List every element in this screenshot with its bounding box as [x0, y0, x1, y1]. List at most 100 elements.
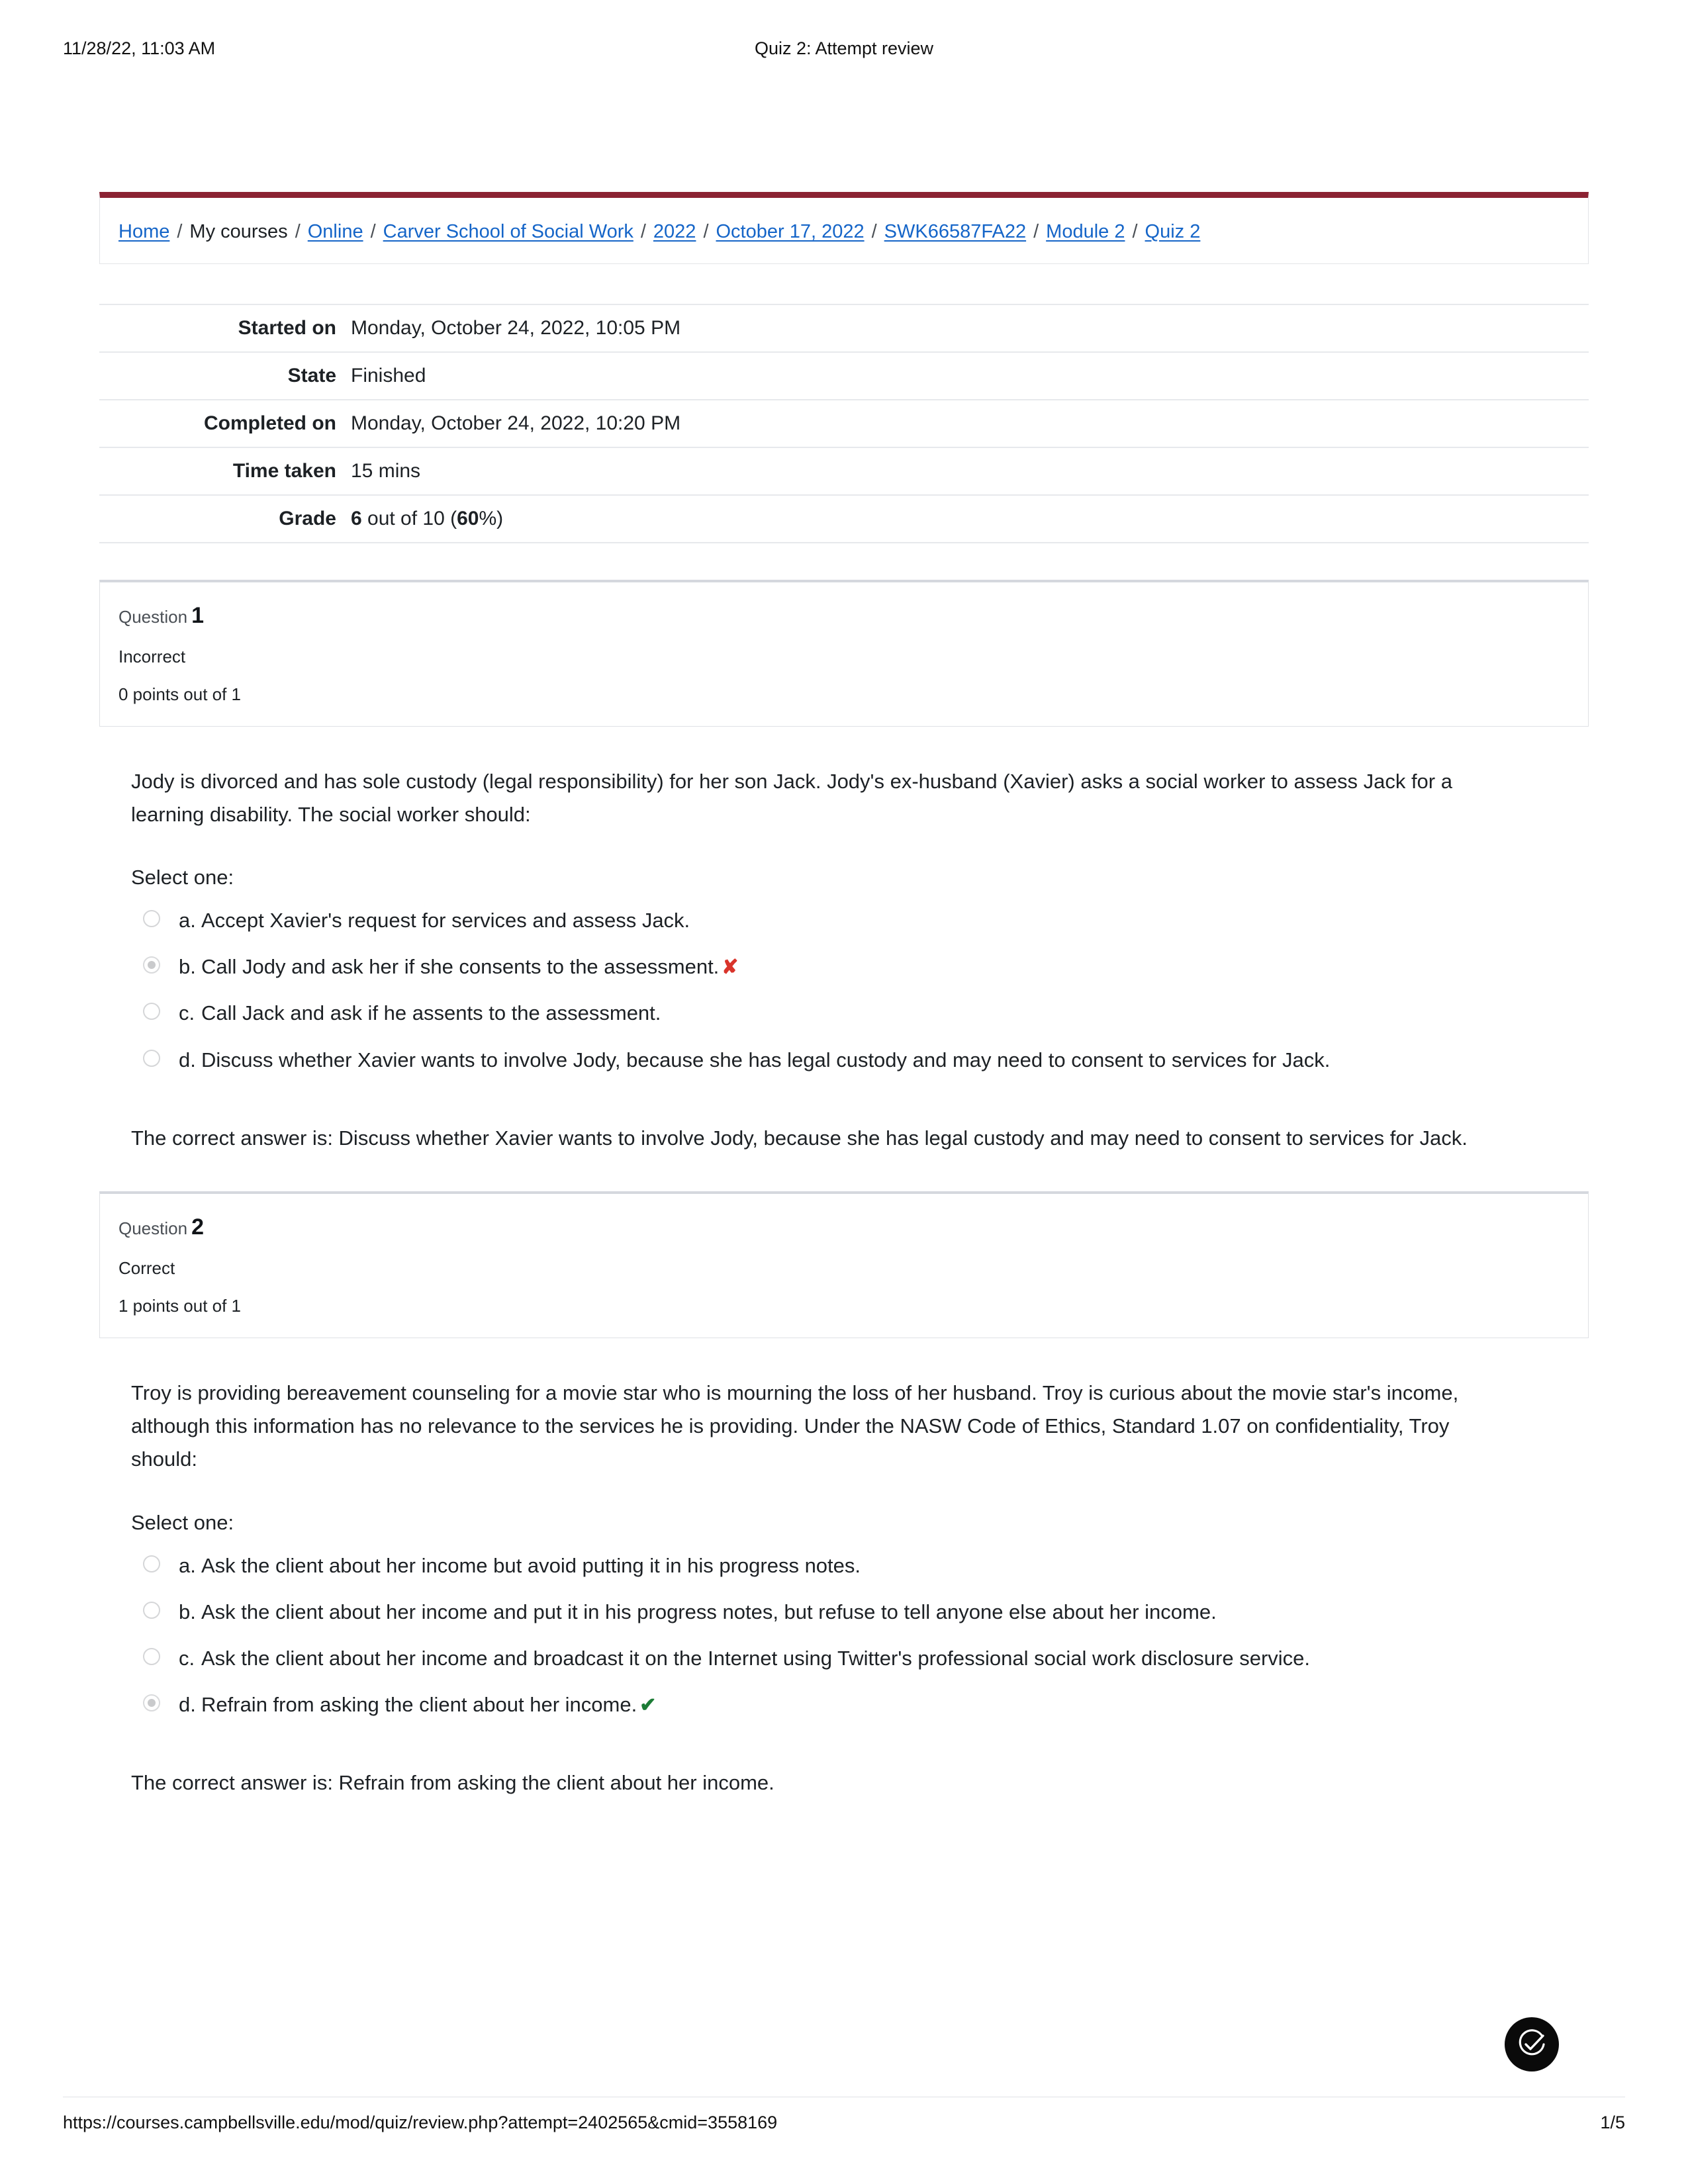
- question-number: Question 1: [118, 602, 1570, 629]
- answer-text: Accept Xavier's request for services and…: [201, 904, 1512, 937]
- answer-key: c.: [179, 1647, 195, 1670]
- answer-text: Call Jody and ask her if she consents to…: [201, 950, 1512, 983]
- question-points: 0 points out of 1: [118, 684, 242, 704]
- accessibility-check-badge[interactable]: [1505, 2017, 1559, 2071]
- check-circle-icon: [1519, 2029, 1545, 2056]
- breadcrumb-item-module-2[interactable]: Module 2: [1046, 221, 1125, 242]
- incorrect-cross-icon: ✘: [722, 956, 739, 979]
- answer-radio[interactable]: [143, 956, 160, 974]
- question-number-value: 2: [191, 1214, 204, 1240]
- answer-text: Ask the client about her income but avoi…: [201, 1549, 1512, 1582]
- footer-url: https://courses.campbellsville.edu/mod/q…: [63, 2113, 778, 2132]
- breadcrumb-item-my-courses: My courses: [189, 221, 288, 242]
- select-one-prompt: Select one:: [131, 866, 234, 889]
- answer-option[interactable]: c. Ask the client about her income and br…: [143, 1642, 1557, 1675]
- answer-option[interactable]: a. Accept Xavier's request for services a…: [143, 904, 1557, 937]
- answer-text: Discuss whether Xavier wants to involve …: [201, 1044, 1512, 1077]
- answer-options: a. Accept Xavier's request for services a…: [143, 904, 1557, 1077]
- answer-text-value: Ask the client about her income but avoi…: [201, 1553, 861, 1577]
- question-body: Troy is providing bereavement counseling…: [99, 1377, 1589, 1800]
- breadcrumb-separator: /: [1033, 221, 1039, 242]
- answer-radio[interactable]: [143, 910, 160, 928]
- info-row-label: Completed on: [204, 412, 336, 434]
- info-row: Time taken 15 mins: [99, 447, 1589, 495]
- breadcrumb-item-home[interactable]: Home: [118, 221, 169, 242]
- answer-key: a.: [179, 1553, 196, 1577]
- answer-text: Ask the client about her income and put …: [201, 1596, 1512, 1629]
- question-status: Incorrect: [118, 646, 186, 666]
- grade-score: 6: [351, 507, 362, 529]
- answer-text-value: Ask the client about her income and broa…: [201, 1647, 1311, 1670]
- breadcrumb-separator: /: [871, 221, 877, 242]
- answer-radio[interactable]: [143, 1601, 160, 1619]
- answer-option[interactable]: b. Call Jody and ask her if she consents …: [143, 950, 1557, 983]
- info-row-label: Started on: [238, 316, 336, 339]
- select-one-prompt: Select one:: [131, 1510, 234, 1534]
- breadcrumb-item-carver-school-of-social-work[interactable]: Carver School of Social Work: [383, 221, 633, 242]
- answer-key: b.: [179, 955, 196, 979]
- info-row-value: Monday, October 24, 2022, 10:05 PM: [351, 316, 681, 339]
- breadcrumb-item-swk66587fa22[interactable]: SWK66587FA22: [884, 221, 1026, 242]
- info-row-grade: Grade 6 out of 10 (60%): [99, 494, 1589, 543]
- breadcrumb-separator: /: [370, 221, 376, 242]
- questions-list: Question 1 Incorrect 0 points out of 1 Jody …: [99, 579, 1589, 1800]
- answer-text-value: Call Jody and ask her if she consents to…: [201, 955, 720, 979]
- breadcrumb-item-online[interactable]: Online: [308, 221, 363, 242]
- breadcrumb-bar: Home / My courses / Online / Carver School of …: [99, 192, 1589, 264]
- answer-key: c.: [179, 1001, 195, 1025]
- print-header: 11/28/22, 11:03 AM Quiz 2: Attempt revie…: [0, 38, 1688, 65]
- answer-key: d.: [179, 1693, 196, 1717]
- question-text: Troy is providing bereavement counseling…: [131, 1381, 1459, 1471]
- grade-percent: 60: [457, 507, 479, 529]
- answer-text: Refrain from asking the client about her…: [201, 1688, 1512, 1721]
- answer-text: Call Jack and ask if he assents to the a…: [201, 997, 1512, 1030]
- answer-text-value: Discuss whether Xavier wants to involve …: [201, 1048, 1331, 1071]
- question-header-card: Question 1 Incorrect 0 points out of 1: [99, 579, 1589, 727]
- answer-key: a.: [179, 909, 196, 933]
- question-number-value: 1: [191, 602, 204, 628]
- footer-page-number: 1/5: [1600, 2113, 1625, 2132]
- answer-radio[interactable]: [143, 1555, 160, 1572]
- info-row-value: 15 mins: [351, 459, 421, 482]
- info-row-value: Monday, October 24, 2022, 10:20 PM: [351, 412, 681, 434]
- question-header-card: Question 2 Correct 1 points out of 1: [99, 1191, 1589, 1338]
- question-text: Jody is divorced and has sole custody (l…: [131, 769, 1452, 826]
- answer-option[interactable]: b. Ask the client about her income and pu…: [143, 1596, 1557, 1629]
- answer-text-value: Ask the client about her income and put …: [201, 1600, 1217, 1623]
- attempt-info-table: Started on Monday, October 24, 2022, 10:0…: [99, 304, 1589, 543]
- breadcrumb-separator: /: [1132, 221, 1138, 242]
- question-status: Correct: [118, 1257, 175, 1278]
- answer-radio[interactable]: [143, 1003, 160, 1021]
- grade-suffix: %): [479, 507, 504, 529]
- answer-text: Ask the client about her income and broa…: [201, 1642, 1512, 1675]
- question-number-label: Question: [118, 1218, 188, 1239]
- answer-option[interactable]: d. Discuss whether Xavier wants to involv…: [143, 1044, 1557, 1077]
- breadcrumb-item-2022[interactable]: 2022: [653, 221, 696, 242]
- answer-option[interactable]: a. Ask the client about her income but av…: [143, 1549, 1557, 1582]
- answer-radio[interactable]: [143, 1694, 160, 1712]
- page-content: Home / My courses / Online / Carver School of …: [99, 192, 1589, 1800]
- answer-text-value: Refrain from asking the client about her…: [201, 1693, 637, 1717]
- answer-text-value: Call Jack and ask if he assents to the a…: [201, 1001, 661, 1025]
- answer-radio[interactable]: [143, 1648, 160, 1666]
- breadcrumb-separator: /: [640, 221, 646, 242]
- correct-answer-feedback: The correct answer is: Discuss whether X…: [131, 1126, 1468, 1150]
- answer-option[interactable]: c. Call Jack and ask if he assents to the…: [143, 997, 1557, 1030]
- answer-key: b.: [179, 1600, 196, 1623]
- grade-middle: out of 10 (: [361, 507, 457, 529]
- answer-option[interactable]: d. Refrain from asking the client about h…: [143, 1688, 1557, 1721]
- question-number: Question 2: [118, 1214, 1570, 1241]
- info-row: Completed on Monday, October 24, 2022, 10…: [99, 399, 1589, 447]
- question-body: Jody is divorced and has sole custody (l…: [99, 765, 1589, 1156]
- breadcrumb-item-october-17-2022[interactable]: October 17, 2022: [716, 221, 865, 242]
- breadcrumb-separator: /: [295, 221, 301, 242]
- info-row: Started on Monday, October 24, 2022, 10:0…: [99, 304, 1589, 352]
- breadcrumb-item-quiz-2[interactable]: Quiz 2: [1145, 221, 1201, 242]
- print-title: Quiz 2: Attempt review: [754, 38, 934, 58]
- grade-label: Grade: [279, 507, 336, 529]
- breadcrumb-separator: /: [703, 221, 709, 242]
- info-row-label: State: [287, 364, 336, 387]
- question-number-label: Question: [118, 606, 188, 627]
- answer-radio[interactable]: [143, 1049, 160, 1067]
- breadcrumb: Home / My courses / Online / Carver School of …: [118, 220, 1570, 244]
